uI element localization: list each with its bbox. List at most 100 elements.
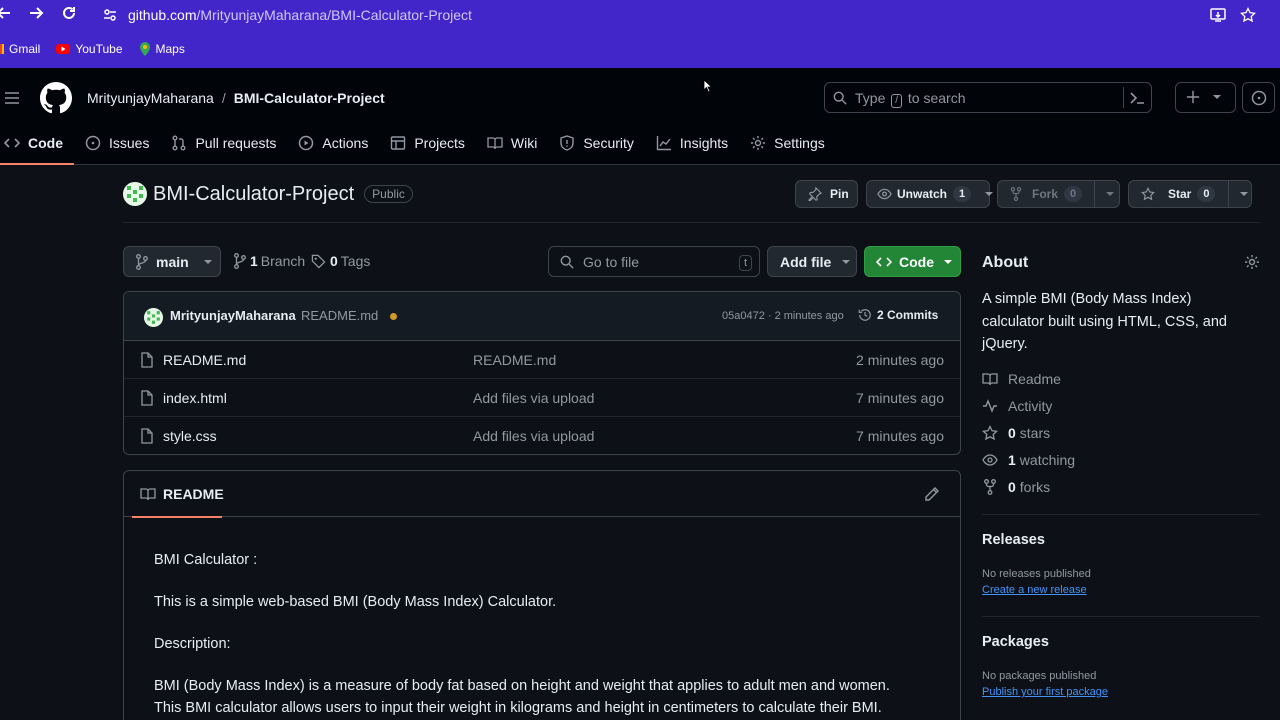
tab-label: Wiki [510,135,538,151]
owner-avatar[interactable] [123,182,147,206]
code-dropdown-button[interactable]: Code [864,246,961,277]
readme-paragraph: BMI Calculator : [154,552,258,568]
file-commit-message[interactable]: Add files via upload [473,390,594,406]
readme-paragraph: BMI (Body Mass Index) is a measure of bo… [154,678,890,694]
watching-label: watching [1019,452,1076,468]
file-row[interactable]: style.css Add files via upload 7 minutes… [124,417,960,454]
tab-issues[interactable]: Issues [74,128,160,158]
command-palette-icon[interactable] [1129,90,1145,106]
file-commit-date: 2 minutes ago [856,352,944,368]
star-count: 0 [1197,186,1216,202]
site-settings-icon[interactable] [102,7,118,23]
tab-settings[interactable]: Settings [739,128,836,158]
tab-security[interactable]: Security [548,128,645,158]
commit-author-avatar[interactable] [144,308,163,327]
packages-heading[interactable]: Packages [982,634,1049,650]
bookmark-star-icon[interactable] [1240,7,1256,23]
go-to-file-input[interactable]: Go to file t [548,246,760,277]
github-logo-icon[interactable] [40,82,72,114]
commit-status-dot[interactable] [390,313,397,320]
chevron-down-icon[interactable] [1239,189,1249,199]
tab-readme[interactable]: README [132,471,224,518]
add-file-label: Add file [780,253,832,270]
forks-count: 0 [1008,479,1016,495]
commit-message[interactable]: README.md [301,308,378,323]
install-app-icon[interactable] [1210,7,1226,23]
repo-name[interactable]: BMI-Calculator-Project [153,183,354,206]
star-button[interactable]: Star 0 [1128,180,1252,208]
reload-icon[interactable] [61,5,81,25]
book-icon [982,371,998,387]
owner-link[interactable]: MrityunjayMaharana [87,90,214,106]
file-commit-message[interactable]: Add files via upload [473,428,594,444]
hamburger-menu-icon[interactable] [4,90,20,106]
fork-button[interactable]: Fork 0 [997,180,1120,208]
sidebar-divider [982,514,1260,515]
publish-package-link[interactable]: Publish your first package [982,686,1108,698]
branch-selector[interactable]: main [123,246,221,277]
tab-code[interactable]: Code [0,128,74,165]
address-bar[interactable]: github.com/MrityunjayMaharana/BMI-Calcul… [100,2,1270,28]
issue-icon [85,135,101,151]
file-row[interactable]: README.md README.md 2 minutes ago [124,341,960,379]
fork-icon [984,479,996,495]
forks-link[interactable]: 0 forks [982,479,1050,495]
file-name[interactable]: README.md [163,352,246,368]
tags-link[interactable]: 0 Tags [311,253,370,269]
tab-projects[interactable]: Projects [379,128,476,158]
repo-link[interactable]: BMI-Calculator-Project [234,90,385,106]
pull-request-icon [171,135,187,151]
watching-count: 1 [1008,452,1016,468]
eye-icon [982,453,998,467]
pin-button[interactable]: Pin [795,180,858,208]
forward-arrow-icon[interactable] [28,5,48,25]
create-new-button[interactable] [1175,82,1236,113]
bookmark-label: YouTube [75,42,123,56]
add-file-button[interactable]: Add file [767,246,857,277]
visibility-badge: Public [364,185,413,203]
releases-note: No releases published [982,568,1091,580]
chevron-down-icon[interactable] [984,189,994,199]
tab-wiki[interactable]: Wiki [476,128,548,158]
pulse-icon [982,398,998,414]
watching-link[interactable]: 1 watching [982,452,1075,468]
gear-icon[interactable] [1244,254,1260,270]
commit-author[interactable]: MrityunjayMaharana [170,308,296,323]
back-arrow-icon[interactable] [0,5,16,25]
tab-label: Code [28,135,63,151]
bookmark-maps[interactable]: Maps [139,42,185,56]
search-shortcut-key: / [891,94,903,108]
pencil-icon[interactable] [924,486,940,502]
branches-link[interactable]: 1 Branch [234,253,305,269]
search-icon [560,255,574,269]
chevron-down-icon[interactable] [1105,189,1115,199]
activity-link[interactable]: Activity [982,398,1052,414]
go-to-file-placeholder: Go to file [583,254,640,270]
bookmark-youtube[interactable]: YouTube [56,42,123,56]
global-search-input[interactable]: Type / to search [824,82,1152,113]
create-release-link[interactable]: Create a new release [982,584,1087,596]
readme-link[interactable]: Readme [982,371,1061,387]
file-name[interactable]: style.css [163,428,217,444]
file-name[interactable]: index.html [163,390,227,406]
bookmark-gmail[interactable]: Gmail [0,42,40,56]
file-commit-message[interactable]: README.md [473,352,556,368]
issues-button[interactable] [1242,82,1275,113]
stars-link[interactable]: 0 stars [982,425,1050,441]
tag-count: 0 [330,253,338,269]
button-split [1094,181,1096,207]
tab-insights[interactable]: Insights [645,128,739,158]
tab-pull-requests[interactable]: Pull requests [160,128,287,158]
releases-heading[interactable]: Releases [982,532,1045,548]
commits-link[interactable]: 2 Commits [858,308,938,322]
commit-hash-time[interactable]: 05a0472 · 2 minutes ago [722,310,844,322]
unwatch-button[interactable]: Unwatch 1 [866,180,994,208]
forks-label: forks [1019,479,1051,495]
url-host: github.com [128,7,197,23]
readme-paragraph: This BMI calculator allows users to inpu… [154,700,882,716]
fork-label: Fork [1032,187,1059,201]
tab-label: Issues [109,135,150,151]
tab-actions[interactable]: Actions [287,128,379,158]
branch-icon [136,253,148,270]
file-row[interactable]: index.html Add files via upload 7 minute… [124,379,960,417]
